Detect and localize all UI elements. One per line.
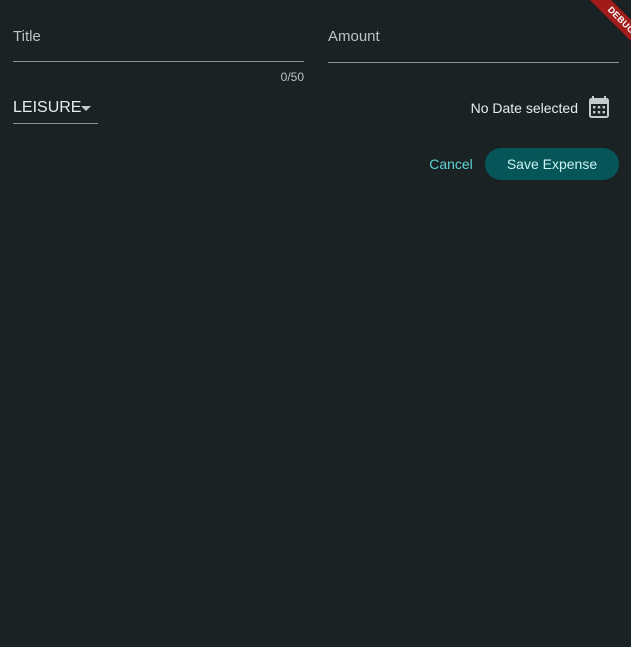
dropdown-arrow-icon xyxy=(81,106,91,111)
debug-banner-label: DEBUG xyxy=(585,0,631,56)
cancel-button[interactable]: Cancel xyxy=(422,148,480,180)
calendar-icon xyxy=(589,96,609,118)
date-picker-button[interactable] xyxy=(586,94,612,122)
category-selected-value: LEISURE xyxy=(13,99,82,116)
title-underline xyxy=(13,61,304,62)
selected-date-text: No Date selected xyxy=(470,100,578,116)
debug-banner: DEBUG xyxy=(571,0,631,60)
title-input[interactable] xyxy=(13,24,304,60)
category-underline xyxy=(13,123,98,124)
new-expense-screen: Title 0/50 Amount LEISURE No Date select… xyxy=(0,0,631,647)
title-character-counter: 0/50 xyxy=(280,70,304,84)
category-dropdown[interactable]: LEISURE xyxy=(13,94,98,124)
save-expense-button[interactable]: Save Expense xyxy=(485,148,619,180)
amount-underline xyxy=(328,62,619,63)
